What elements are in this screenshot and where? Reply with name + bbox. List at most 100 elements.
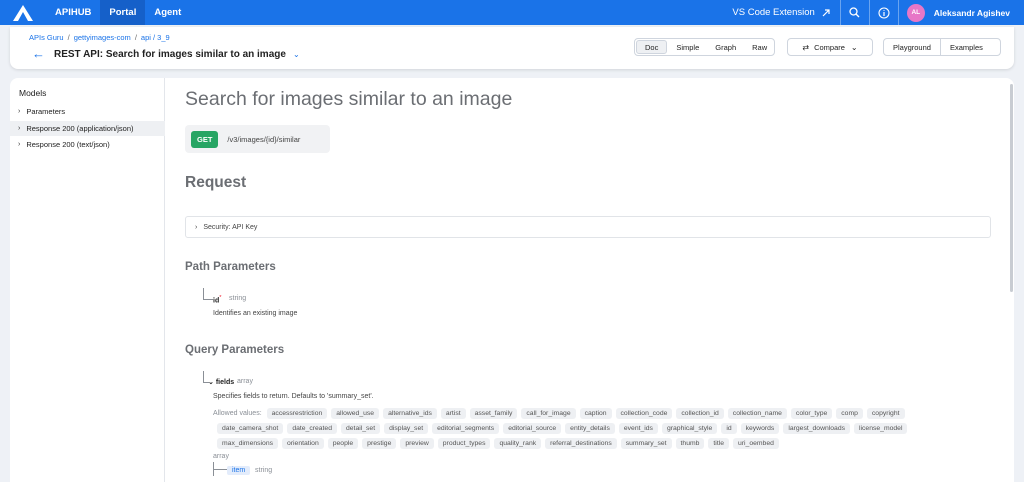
allowed-values-label: Allowed values: [213,410,262,417]
apihub-logo-icon[interactable] [0,0,46,25]
allowed-value-chip: people [327,438,359,449]
allowed-value-chip: copyright [866,408,905,419]
page-title: REST API: Search for images similar to a… [54,48,286,60]
param-id-type: string [229,295,247,302]
allowed-value-chip: largest_downloads [783,423,851,434]
param-fields-name[interactable]: ⌄ fields [208,378,234,386]
sidebar-item-response-200-textjson[interactable]: › Response 200 (text/json) [10,137,165,152]
view-switcher: Doc Simple Graph Raw [634,38,775,56]
allowed-values-list: Allowed values: accessrestriction allowed_… [213,406,1003,451]
allowed-value-chip: thumb [675,438,705,449]
http-method-badge: GET [191,130,219,148]
nav-agent[interactable]: Agent [145,0,190,25]
chevron-right-icon: › [18,141,21,148]
allowed-value-chip: keywords [740,423,780,434]
examples-button[interactable]: Examples [939,39,992,55]
breadcrumb-version[interactable]: api / 3_9 [141,33,170,42]
scrollbar[interactable] [1010,84,1013,292]
user-name: Aleksandr Agishev [933,7,1010,18]
security-accordion[interactable]: › Security: API Key [185,216,991,238]
query-parameters-heading: Query Parameters [185,344,285,356]
param-name-text: fields [215,379,235,386]
nav-apihub[interactable]: APIHUB [46,0,100,25]
chevron-right-icon: › [195,223,198,231]
allowed-value-chip: artist [440,408,466,419]
allowed-value-chip: graphical_style [661,423,718,434]
sidebar-item-response-200-json[interactable]: › Response 200 (application/json) [10,121,165,136]
param-fields-description: Specifies fields to return. Defaults to … [213,393,374,400]
main-panel: Models › Parameters › Response 200 (appl… [10,78,1014,482]
view-raw-button[interactable]: Raw [744,39,775,55]
chevron-down-icon: ⌄ [208,379,214,386]
chevron-down-icon[interactable]: ⌄ [293,50,300,59]
request-heading: Request [185,174,247,191]
breadcrumb-gettyimages[interactable]: gettyimages-com [74,33,131,42]
endpoint-path: /v3/images/{id}/similar [227,134,301,144]
back-arrow-icon[interactable]: ← [32,47,45,61]
allowed-value-chip: caption [579,408,612,419]
vscode-extension-link[interactable]: VS Code Extension [723,0,839,25]
array-type-label: array [213,453,229,460]
chevron-right-icon: › [18,108,21,115]
breadcrumb-separator: / [67,33,70,42]
allowed-value-chip: editorial_source [503,423,562,434]
view-simple-button[interactable]: Simple [668,39,707,55]
top-nav: APIHUB Portal Agent VS Code Extension AL… [0,0,1024,25]
info-icon[interactable] [870,0,898,25]
user-menu[interactable]: AL Aleksandr Agishev [899,3,1024,22]
search-icon[interactable] [841,0,869,25]
sidebar-item-label: Parameters [26,107,66,116]
breadcrumb-apis-guru[interactable]: APIs Guru [29,33,64,42]
allowed-value-chip: orientation [282,438,324,449]
view-doc-button[interactable]: Doc [636,40,668,54]
sidebar-item-parameters[interactable]: › Parameters [10,104,165,119]
vscode-extension-label: VS Code Extension [732,7,815,18]
doc-content: Search for images similar to an image GE… [185,78,995,482]
allowed-value-chip: collection_id [676,408,724,419]
allowed-value-chip: date_created [287,423,337,434]
tree-line [213,469,227,470]
sidebar-item-label: Response 200 (application/json) [26,124,134,133]
external-link-icon [822,8,830,16]
tree-line [203,299,213,300]
compare-button[interactable]: ⇄ Compare ⌄ [787,38,873,56]
breadcrumb-separator: / [134,33,137,42]
endpoint-badge[interactable]: GET /v3/images/{id}/similar [185,125,330,153]
compare-content: ⇄ Compare ⌄ [796,39,863,55]
compare-label: Compare [814,42,845,52]
allowed-value-chip: prestige [362,438,397,449]
allowed-value-chip: quality_rank [494,438,542,449]
sidebar-title: Models [19,88,47,98]
allowed-value-chip: event_ids [618,423,658,434]
nav-portal[interactable]: Portal [100,0,146,25]
allowed-value-chip: referral_destinations [545,438,617,449]
allowed-value-chip: entity_details [565,423,615,434]
allowed-value-chip: alternative_ids [383,408,437,419]
breadcrumb: APIs Guru / gettyimages-com / api / 3_9 [29,33,170,42]
security-label: Security: API Key [203,223,258,231]
compare-arrows-icon: ⇄ [802,42,810,52]
param-fields-type: array [237,378,253,385]
sidebar-item-label: Response 200 (text/json) [26,140,110,149]
allowed-value-chip: id [721,423,737,434]
view-graph-button[interactable]: Graph [707,39,744,55]
operation-title: Search for images similar to an image [185,88,513,110]
allowed-value-chip: license_model [854,423,908,434]
avatar: AL [906,3,925,22]
allowed-value-chip: comp [836,408,863,419]
allowed-value-chip: color_type [790,408,833,419]
playground-examples-switcher: Playground Examples [883,38,1001,56]
allowed-value-chip: product_types [437,438,491,449]
chevron-down-icon: ⌄ [850,42,858,52]
allowed-value-chip: date_camera_shot [217,423,284,434]
array-item-label: item [227,466,251,475]
playground-button[interactable]: Playground [884,39,940,55]
models-sidebar: Models › Parameters › Response 200 (appl… [10,78,165,482]
allowed-value-chip: uri_oembed [733,438,779,449]
allowed-value-chip: collection_code [615,408,673,419]
array-item-type: string [255,467,273,474]
allowed-value-chip: detail_set [341,423,381,434]
chevron-right-icon: › [18,125,21,132]
required-mark: * [219,295,222,301]
allowed-value-chip: summary_set [620,438,672,449]
